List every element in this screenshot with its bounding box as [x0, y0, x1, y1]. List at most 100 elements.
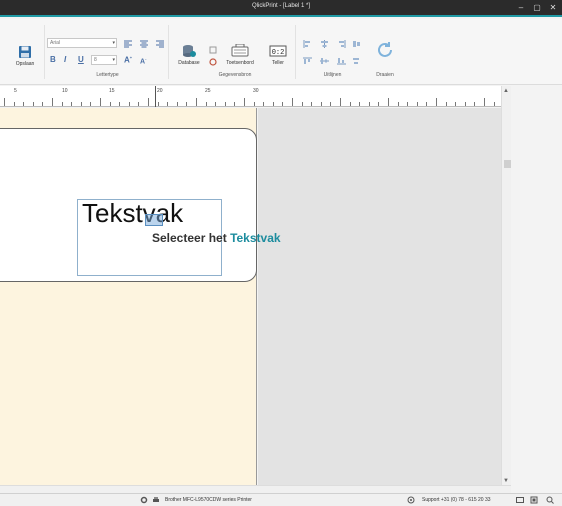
group-label-font: Lettertype: [96, 72, 119, 78]
ruler-tick: [282, 102, 284, 106]
maximize-button[interactable]: ▢: [530, 2, 544, 13]
save-button[interactable]: Opslaan: [12, 45, 38, 67]
font-name-value: Arial: [50, 40, 61, 46]
database-icon: [183, 45, 196, 57]
ruler-tick: [224, 102, 226, 106]
ruler-number: 10: [62, 88, 68, 94]
grow-font-button[interactable]: A+: [124, 55, 132, 65]
horizontal-scrollbar[interactable]: [0, 485, 511, 493]
rotate-icon[interactable]: [376, 41, 394, 59]
support-icon: [407, 496, 415, 504]
vertical-scrollbar[interactable]: ▲ ▼: [501, 86, 511, 486]
align-center-objects-icon[interactable]: [320, 40, 329, 48]
ruler-tick: [42, 102, 44, 106]
database-button[interactable]: Database: [175, 44, 203, 66]
underline-button[interactable]: U: [78, 55, 84, 64]
align-bottom-objects-icon[interactable]: [337, 57, 346, 65]
ruler-tick: [52, 98, 53, 106]
ruler-tick: [474, 102, 476, 106]
ruler-tick: [301, 102, 303, 106]
fit-page-icon[interactable]: [530, 496, 538, 504]
svg-text:0:2: 0:2: [272, 49, 285, 57]
ruler-tick: [61, 102, 63, 106]
support-text: Support +31 (0) 78 - 615 20 33: [422, 497, 491, 503]
font-size-value: 8: [94, 57, 97, 63]
keyboard-button[interactable]: Toetsenbord: [222, 44, 258, 66]
ruler-tick: [80, 102, 82, 106]
keyboard-icon: [231, 44, 249, 57]
fit-width-icon[interactable]: [516, 496, 524, 504]
ruler-tick: [426, 102, 428, 106]
ruler-tick: [455, 102, 457, 106]
link-icon[interactable]: [209, 46, 217, 54]
scroll-down-icon[interactable]: ▼: [503, 478, 509, 484]
ruler-number: 5: [14, 88, 17, 94]
ruler-tick: [368, 102, 370, 106]
ruler-tick: [176, 102, 178, 106]
distribute-horizontal-icon[interactable]: [352, 40, 361, 48]
align-right-objects-icon[interactable]: [337, 40, 346, 48]
separator: [44, 25, 45, 79]
ruler-tick: [359, 102, 361, 106]
textbox-content[interactable]: Tekstvak: [82, 198, 183, 229]
printer-icon[interactable]: [152, 496, 160, 504]
database-label: Database: [178, 60, 200, 66]
refresh-data-icon[interactable]: [209, 58, 217, 66]
ruler-position-marker: [155, 86, 156, 107]
save-icon: [19, 46, 31, 58]
minimize-button[interactable]: –: [514, 2, 528, 13]
ruler-tick: [100, 98, 101, 106]
ruler-tick: [493, 102, 495, 106]
bold-button[interactable]: B: [50, 55, 56, 64]
ruler-tick: [292, 98, 293, 106]
separator: [295, 25, 296, 79]
ruler-tick: [205, 102, 207, 106]
ruler-tick: [128, 102, 130, 106]
align-middle-objects-icon[interactable]: [320, 57, 329, 65]
ruler-tick: [340, 98, 341, 106]
counter-button[interactable]: 0:2 Teller: [266, 44, 290, 66]
ruler-tick: [90, 102, 92, 106]
italic-button[interactable]: I: [64, 55, 66, 64]
align-left-objects-icon[interactable]: [303, 40, 312, 48]
align-left-icon[interactable]: [124, 40, 132, 48]
align-right-icon[interactable]: [156, 40, 164, 48]
ruler-tick: [215, 102, 217, 106]
ruler-tick: [330, 102, 332, 106]
gear-icon[interactable]: [140, 496, 148, 504]
ruler-tick: [157, 102, 159, 106]
align-center-icon[interactable]: [140, 40, 148, 48]
ruler-tick: [4, 98, 5, 106]
chevron-down-icon: ▾: [112, 40, 115, 46]
ruler-tick: [484, 98, 485, 106]
title-bar: QlickPrint - [Label 1 *] – ▢ ✕: [0, 0, 562, 17]
font-name-select[interactable]: Arial ▾: [47, 38, 117, 48]
shrink-font-button[interactable]: A-: [140, 56, 146, 65]
align-top-objects-icon[interactable]: [303, 57, 312, 65]
font-size-select[interactable]: 8 ▾: [91, 55, 117, 65]
status-bar: Brother MFC-L9570CDW series Printer Supp…: [0, 493, 562, 506]
horizontal-ruler: 5 10 15 20 25 30: [0, 86, 501, 107]
keyboard-label: Toetsenbord: [226, 60, 254, 66]
ruler-tick: [263, 102, 265, 106]
ruler-number: 25: [205, 88, 211, 94]
scroll-thumb[interactable]: [504, 160, 511, 168]
ruler-number: 30: [253, 88, 259, 94]
ruler-tick: [138, 102, 140, 106]
ruler-tick: [464, 102, 466, 106]
zoom-icon[interactable]: [546, 496, 554, 504]
scroll-up-icon[interactable]: ▲: [503, 88, 509, 94]
counter-icon: 0:2: [269, 45, 287, 57]
group-label-rotate: Draaien: [376, 72, 394, 78]
distribute-vertical-icon[interactable]: [352, 57, 361, 65]
close-button[interactable]: ✕: [546, 2, 560, 13]
hint-accent: Tekstvak: [230, 231, 281, 245]
printer-name[interactable]: Brother MFC-L9570CDW series Printer: [165, 497, 252, 503]
text-selection-highlight: [145, 214, 163, 226]
ruler-tick: [119, 102, 121, 106]
tutorial-hint: Selecteer het Tekstvak: [152, 231, 281, 245]
ruler-tick: [23, 102, 25, 106]
ruler-tick: [186, 102, 188, 106]
ruler-tick: [13, 102, 15, 106]
chevron-down-icon: ▾: [112, 57, 115, 63]
